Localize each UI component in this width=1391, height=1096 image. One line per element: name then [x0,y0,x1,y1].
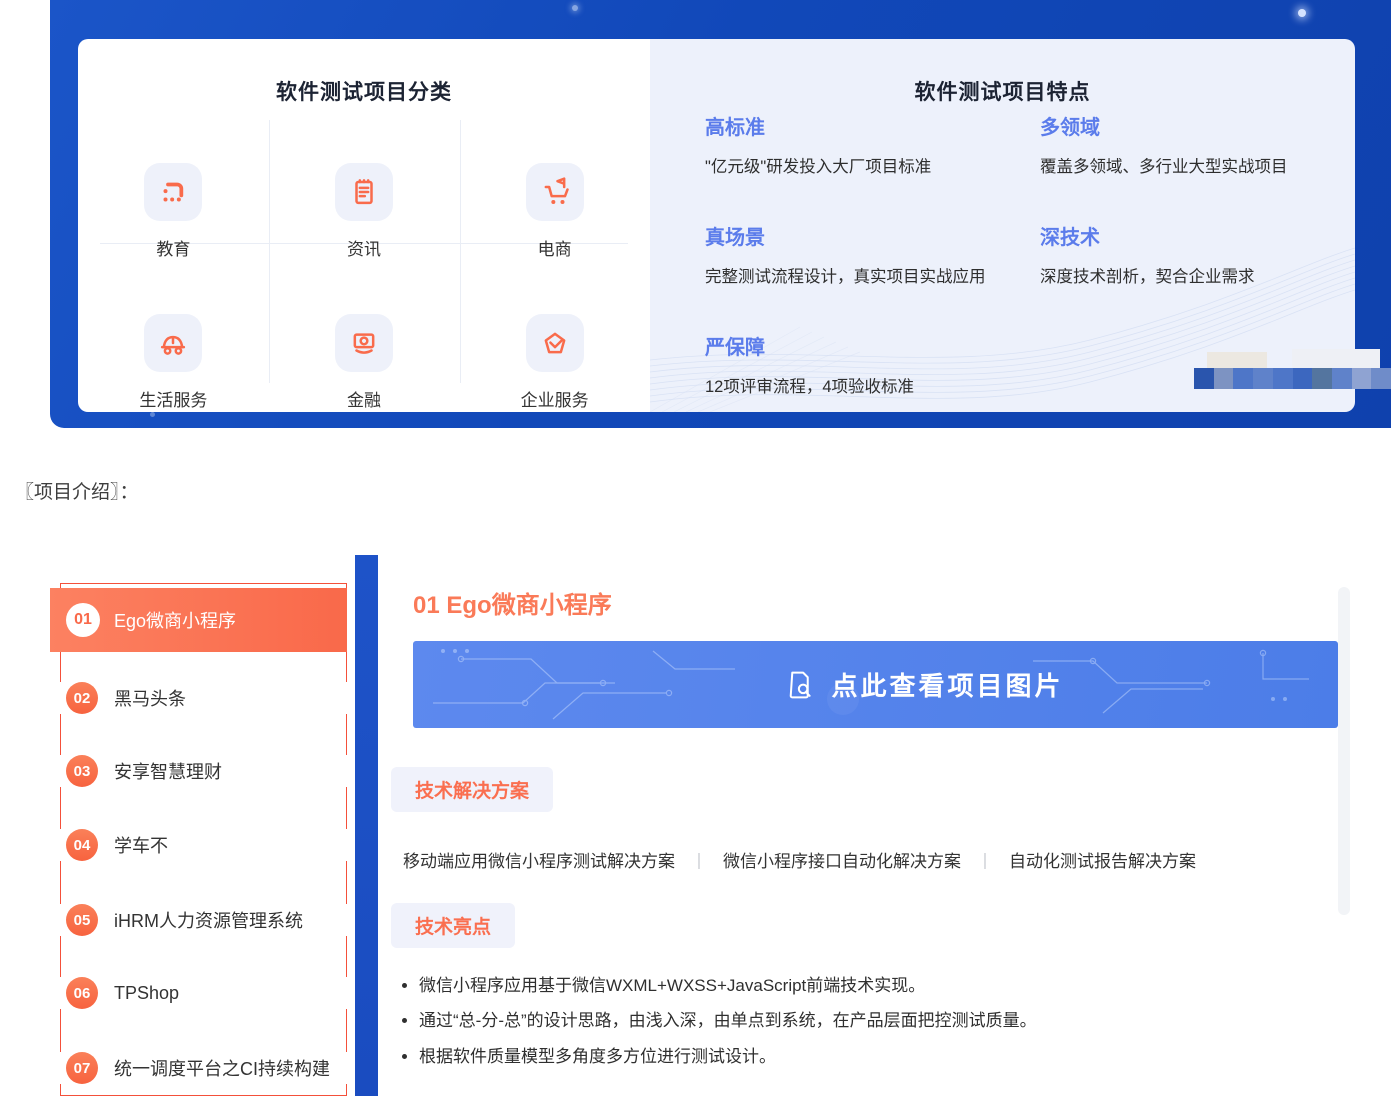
mosaic-watermark [1292,349,1380,369]
mosaic-watermark [1194,368,1391,389]
feature-desc: 覆盖多领域、多行业大型实战项目 [1040,153,1315,177]
category-finance: 金融 [269,262,460,413]
sidebar-item-label: TPShop [114,983,179,1004]
sidebar-item-ihrm[interactable]: 05 iHRM人力资源管理系统 [60,904,347,936]
item-number-badge: 06 [66,977,98,1009]
education-icon [144,163,202,221]
sparkle-dot-icon [150,412,155,417]
car-icon [144,314,202,372]
feature-desc: 12项评审流程，4项验收标准 [705,373,1040,397]
item-number-badge: 01 [66,603,100,637]
feature-item: 多领域 覆盖多领域、多行业大型实战项目 [1040,111,1315,177]
item-number-badge: 03 [66,755,98,787]
sidebar-item-label: iHRM人力资源管理系统 [114,907,303,933]
category-label: 金融 [347,386,381,411]
solution-item: 自动化测试报告解决方案 [1009,852,1196,871]
highlight-item: 根据软件质量模型多角度多方位进行测试设计。 [419,1046,1037,1067]
solution-item: 微信小程序接口自动化解决方案 [723,852,961,871]
scrollbar-thumb[interactable] [1338,587,1350,915]
blue-divider-bar [355,555,378,1096]
feature-heading: 真场景 [705,221,1040,250]
category-ecommerce: 电商 [459,111,650,262]
banner-content: 点此查看项目图片 [783,666,1063,703]
category-label: 企业服务 [521,386,589,411]
category-news: 资讯 [269,111,460,262]
sidebar-item-ci-platform[interactable]: 07 统一调度平台之CI持续构建 [60,1052,347,1084]
section-intro-label: 〖项目介绍〗： [15,477,139,504]
separator: ｜ [977,854,993,871]
banner-label: 点此查看项目图片 [831,666,1063,703]
sidebar-item-label: 安享智慧理财 [114,758,222,784]
sidebar-item-ego-miniprogram[interactable]: 01 Ego微商小程序 [50,588,347,652]
cart-icon [526,163,584,221]
classification-card: 软件测试项目分类 [78,39,650,412]
feature-heading: 深技术 [1040,221,1315,250]
money-icon [335,314,393,372]
handshake-icon [526,314,584,372]
item-number-badge: 07 [66,1052,98,1084]
category-label: 电商 [538,235,572,260]
solution-section-chip: 技术解决方案 [391,767,553,812]
category-enterprise-services: 企业服务 [459,262,650,413]
feature-heading: 高标准 [705,111,1040,140]
features-title: 软件测试项目特点 [650,39,1355,106]
hero-banner: 软件测试项目分类 [50,0,1391,428]
sidebar-item-label: 学车不 [114,832,168,858]
hero-cards: 软件测试项目分类 [78,39,1355,412]
feature-item: 真场景 完整测试流程设计，真实项目实战应用 [705,221,1040,287]
category-education: 教育 [78,111,269,262]
sidebar-item-label: Ego微商小程序 [114,607,236,633]
solution-item: 移动端应用微信小程序测试解决方案 [403,852,675,871]
sparkle-dot-icon [1298,9,1306,17]
feature-heading: 多领域 [1040,111,1315,140]
feature-heading: 严保障 [705,331,1040,360]
sparkle-dot-icon [572,5,578,11]
feature-desc: 完整测试流程设计，真实项目实战应用 [705,263,1040,287]
sidebar-item-label: 黑马头条 [114,685,186,711]
feature-item: 深技术 深度技术剖析，契合企业需求 [1040,221,1315,287]
highlight-list: 微信小程序应用基于微信WXML+WXSS+JavaScript前端技术实现。 通… [401,975,1037,1081]
feature-desc: 深度技术剖析，契合企业需求 [1040,263,1315,287]
sidebar-item-anxiang-licai[interactable]: 03 安享智慧理财 [60,755,347,787]
item-number-badge: 05 [66,904,98,936]
feature-item: 高标准 "亿元级"研发投入大厂项目标准 [705,111,1040,177]
category-label: 资讯 [347,235,381,260]
view-project-images-button[interactable]: 点此查看项目图片 [413,641,1338,728]
item-number-badge: 04 [66,829,98,861]
item-number-badge: 02 [66,682,98,714]
sidebar-item-tpshop[interactable]: 06 TPShop [60,977,347,1009]
solution-list: 移动端应用微信小程序测试解决方案 ｜ 微信小程序接口自动化解决方案 ｜ 自动化测试报告解… [403,847,1196,872]
feature-desc: "亿元级"研发投入大厂项目标准 [705,153,1040,177]
mosaic-watermark [1207,352,1267,368]
project-detail-title: 01 Ego微商小程序 [413,585,612,620]
category-label: 生活服务 [139,386,207,411]
sidebar-item-label: 统一调度平台之CI持续构建 [114,1055,330,1081]
category-grid: 教育 资讯 [78,111,650,412]
page: 软件测试项目分类 [0,0,1391,1096]
highlight-section-chip: 技术亮点 [391,903,515,948]
category-label: 教育 [156,235,190,260]
sidebar-item-xuechebu[interactable]: 04 学车不 [60,829,347,861]
classification-title: 软件测试项目分类 [78,39,650,106]
news-icon [335,163,393,221]
highlight-item: 微信小程序应用基于微信WXML+WXSS+JavaScript前端技术实现。 [419,975,1037,996]
category-life-services: 生活服务 [78,262,269,413]
highlight-item: 通过“总-分-总”的设计思路，由浅入深，由单点到系统，在产品层面把控测试质量。 [419,1010,1037,1031]
doc-search-icon [783,668,817,702]
sidebar-item-heima-toutiao[interactable]: 02 黑马头条 [60,682,347,714]
feature-item: 严保障 12项评审流程，4项验收标准 [705,331,1040,397]
separator: ｜ [691,854,707,871]
